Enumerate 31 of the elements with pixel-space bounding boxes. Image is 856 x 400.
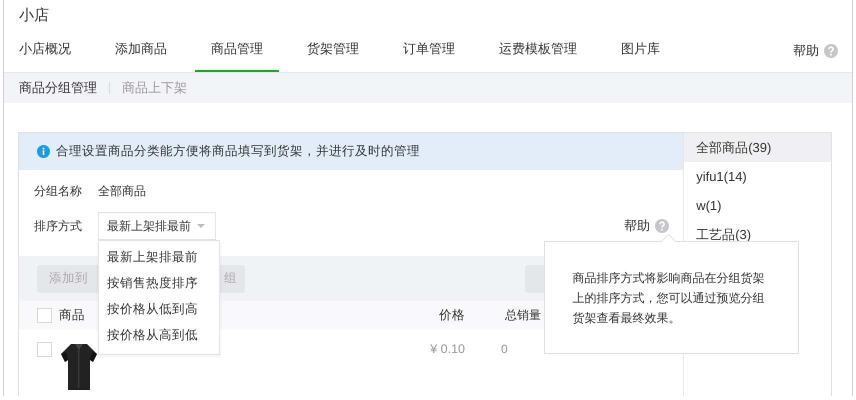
app-title: 小店 [18, 6, 50, 26]
help-link[interactable]: 帮助 [624, 217, 650, 235]
menu-option[interactable]: 按价格从低到高 [99, 296, 219, 322]
nav-tab[interactable]: 货架管理 [307, 30, 359, 72]
field-label: 分组名称 [34, 182, 83, 200]
column-header: 价格 [439, 307, 465, 324]
menu-option[interactable]: 按价格从高到低 [99, 322, 219, 348]
column-header: 总销量 [505, 307, 541, 324]
nav-tab[interactable]: 订单管理 [403, 30, 455, 72]
checkbox[interactable] [37, 308, 52, 323]
popover-text: 商品排序方式将影响商品在分组货架上的排序方式，您可以通过预览分组货架查看最终效果。 [572, 270, 766, 326]
column-header: 商品 [59, 307, 85, 324]
group-item[interactable]: w(1) [684, 191, 831, 220]
price-cell: ¥ 0.10 [430, 342, 465, 356]
group-item[interactable]: yifu1(14) [684, 162, 831, 191]
notice-text: 合理设置商品分类能方便将商品填写到货架，并进行及时的管理 [56, 143, 420, 160]
group-name-value: 全部商品 [98, 182, 146, 200]
help-link[interactable]: 帮助 [793, 42, 819, 60]
sub-tab[interactable]: 商品分组管理 [19, 79, 97, 97]
nav-tab[interactable]: 添加商品 [115, 30, 167, 72]
checkbox[interactable] [37, 342, 52, 357]
help-icon[interactable] [655, 219, 670, 233]
nav-tab[interactable]: 运费模板管理 [499, 30, 577, 72]
help-icon[interactable] [824, 44, 838, 58]
info-icon [37, 145, 50, 158]
caret-icon [197, 224, 205, 228]
field-label: 排序方式 [34, 218, 83, 234]
sales-cell: 0 [501, 342, 508, 356]
nav-tab[interactable]: 图片库 [621, 30, 660, 72]
nav-tab[interactable]: 小店概况 [19, 30, 71, 72]
group-item[interactable]: 全部商品(39) [684, 133, 831, 162]
